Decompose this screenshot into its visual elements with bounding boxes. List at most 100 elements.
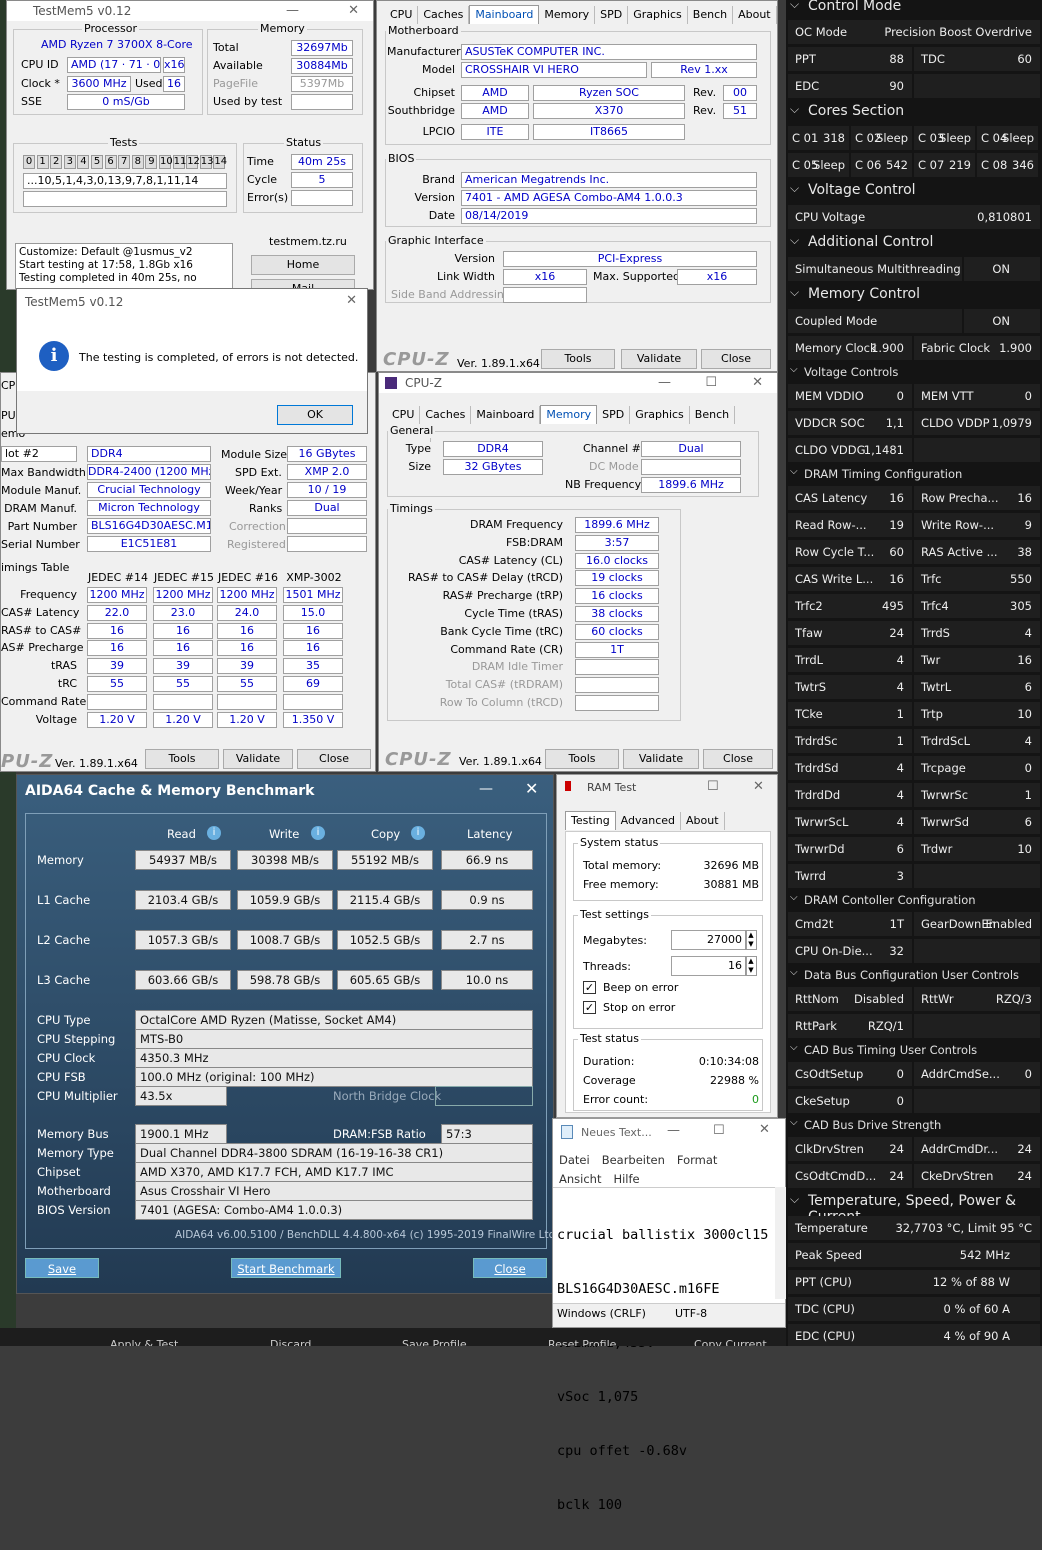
maximize-icon[interactable]: ☐: [707, 779, 719, 794]
tab-mainboard[interactable]: Mainboard: [469, 5, 540, 24]
chevron-down-icon[interactable]: ⌵: [790, 466, 798, 477]
close-icon[interactable]: ✕: [753, 779, 764, 794]
close-icon[interactable]: ✕: [346, 293, 357, 308]
bottom-button[interactable]: Copy Current: [694, 1338, 767, 1346]
chevron-down-icon[interactable]: ⌵: [790, 1192, 799, 1207]
timing-label: FSB:DRAM: [505, 535, 563, 549]
megabytes-input[interactable]: 27000: [671, 930, 747, 950]
tab-cpu[interactable]: CPU: [385, 6, 419, 24]
tab-graphics[interactable]: Graphics: [628, 6, 688, 24]
section-header[interactable]: ⌵ Additional Control: [786, 232, 1042, 254]
info-icon[interactable]: i: [311, 826, 325, 840]
tab-caches[interactable]: Caches: [420, 406, 472, 424]
minimize-icon[interactable]: —: [658, 375, 671, 390]
chevron-down-icon[interactable]: ⌵: [790, 892, 798, 903]
tools-button[interactable]: Tools: [145, 749, 219, 769]
menu-bearbeiten[interactable]: Bearbeiten: [602, 1151, 665, 1170]
validate-button[interactable]: Validate: [623, 749, 699, 769]
subsection-header[interactable]: ⌵ DRAM Timing Configuration: [786, 464, 1042, 484]
scrollbar[interactable]: [775, 1187, 786, 1299]
save-button[interactable]: Save: [25, 1258, 99, 1278]
tools-button[interactable]: Tools: [541, 349, 615, 369]
tab-memory[interactable]: Memory: [539, 6, 596, 24]
core-cell: C 04 Sleep: [977, 126, 1038, 150]
close-icon[interactable]: ✕: [525, 779, 538, 798]
subsection-header[interactable]: ⌵ CAD Bus Timing User Controls: [786, 1040, 1042, 1060]
menu-datei[interactable]: Datei: [559, 1151, 590, 1170]
close-button[interactable]: Close: [297, 749, 371, 769]
rm-value: RZQ/1: [867, 1019, 904, 1033]
tab-advanced[interactable]: Advanced: [616, 812, 682, 830]
tab-about[interactable]: About: [733, 6, 777, 24]
tab-caches[interactable]: Caches: [418, 6, 470, 24]
rm-value: 4: [896, 680, 904, 694]
minimize-icon[interactable]: —: [667, 1123, 680, 1138]
rm-value: 0: [1024, 1067, 1032, 1081]
home-button[interactable]: Home: [251, 255, 355, 275]
bottom-button[interactable]: Apply & Test: [110, 1338, 178, 1346]
section-header[interactable]: ⌵Temperature, Speed, Power & Current: [786, 1191, 1042, 1225]
validate-button[interactable]: Validate: [621, 349, 697, 369]
subsection-header[interactable]: ⌵ Voltage Controls: [786, 362, 1042, 382]
test-cell: 3: [63, 155, 76, 169]
stop-checkbox[interactable]: ✓: [583, 1001, 596, 1014]
tab-cpu[interactable]: CPU: [387, 406, 421, 424]
tab-spd[interactable]: SPD: [597, 406, 631, 424]
close-button[interactable]: Close: [473, 1258, 547, 1278]
rm-key: Trfc2: [795, 599, 823, 613]
tools-button[interactable]: Tools: [545, 749, 619, 769]
chevron-down-icon[interactable]: ⌵: [790, 364, 798, 375]
chevron-down-icon[interactable]: ⌵: [790, 0, 799, 12]
info-icon[interactable]: i: [411, 826, 425, 840]
rm-value: 4: [1024, 626, 1032, 640]
section-header[interactable]: ⌵ Control Mode: [786, 0, 1042, 18]
close-icon[interactable]: ✕: [348, 3, 359, 18]
notepad-text[interactable]: crucial ballistix 3000cl15 BLS16G4D30AES…: [553, 1187, 777, 1513]
close-icon[interactable]: ✕: [759, 1122, 770, 1137]
tab-graphics[interactable]: Graphics: [630, 406, 690, 424]
tab-bench[interactable]: Bench: [688, 6, 734, 24]
start-benchmark-button[interactable]: Start Benchmark: [231, 1258, 341, 1278]
tab-testing[interactable]: Testing: [565, 811, 616, 830]
tab-about[interactable]: About: [681, 812, 725, 830]
minimize-icon[interactable]: —: [479, 781, 493, 797]
rm-cell: [914, 438, 1040, 462]
spinner-icon[interactable]: ▲ ▼: [745, 956, 757, 976]
maximize-icon[interactable]: ☐: [705, 375, 717, 390]
close-button[interactable]: Close: [701, 349, 771, 369]
tab-memory[interactable]: Memory: [540, 405, 598, 424]
menu-format[interactable]: Format: [677, 1151, 718, 1170]
subsection-header[interactable]: ⌵ Data Bus Configuration User Controls: [786, 965, 1042, 985]
info-icon[interactable]: i: [207, 826, 221, 840]
rm-value: 60: [889, 545, 904, 559]
tab-bench[interactable]: Bench: [690, 406, 736, 424]
bottom-button[interactable]: Discard: [270, 1338, 311, 1346]
chevron-down-icon[interactable]: ⌵: [790, 285, 799, 300]
bottom-button[interactable]: Reset Profile: [548, 1338, 616, 1346]
tab-spd[interactable]: SPD: [595, 6, 629, 24]
spinner-icon[interactable]: ▲ ▼: [745, 930, 757, 950]
chevron-down-icon[interactable]: ⌵: [790, 1117, 798, 1128]
beep-checkbox[interactable]: ✓: [583, 981, 596, 994]
chevron-down-icon[interactable]: ⌵: [790, 102, 799, 117]
section-header[interactable]: ⌵ Cores Section: [786, 101, 1042, 123]
chevron-down-icon[interactable]: ⌵: [790, 1042, 798, 1053]
slot-select[interactable]: lot #2: [1, 446, 77, 462]
section-header[interactable]: ⌵ Memory Control: [786, 284, 1042, 306]
subsection-header[interactable]: ⌵ CAD Bus Drive Strength: [786, 1115, 1042, 1135]
ok-button[interactable]: OK: [277, 405, 353, 425]
test-cell: 5: [91, 155, 103, 169]
chevron-down-icon[interactable]: ⌵: [790, 233, 799, 248]
threads-input[interactable]: 16: [671, 956, 747, 976]
bottom-button[interactable]: Save Profile: [402, 1338, 467, 1346]
section-header[interactable]: ⌵ Voltage Control: [786, 180, 1042, 202]
chevron-down-icon[interactable]: ⌵: [790, 967, 798, 978]
subsection-header[interactable]: ⌵ DRAM Contoller Configuration: [786, 890, 1042, 910]
minimize-icon[interactable]: —: [286, 3, 299, 18]
maximize-icon[interactable]: ☐: [713, 1123, 725, 1138]
tab-mainboard[interactable]: Mainboard: [471, 406, 541, 424]
close-icon[interactable]: ✕: [752, 375, 763, 390]
close-button[interactable]: Close: [703, 749, 773, 769]
validate-button[interactable]: Validate: [223, 749, 293, 769]
chevron-down-icon[interactable]: ⌵: [790, 181, 799, 196]
